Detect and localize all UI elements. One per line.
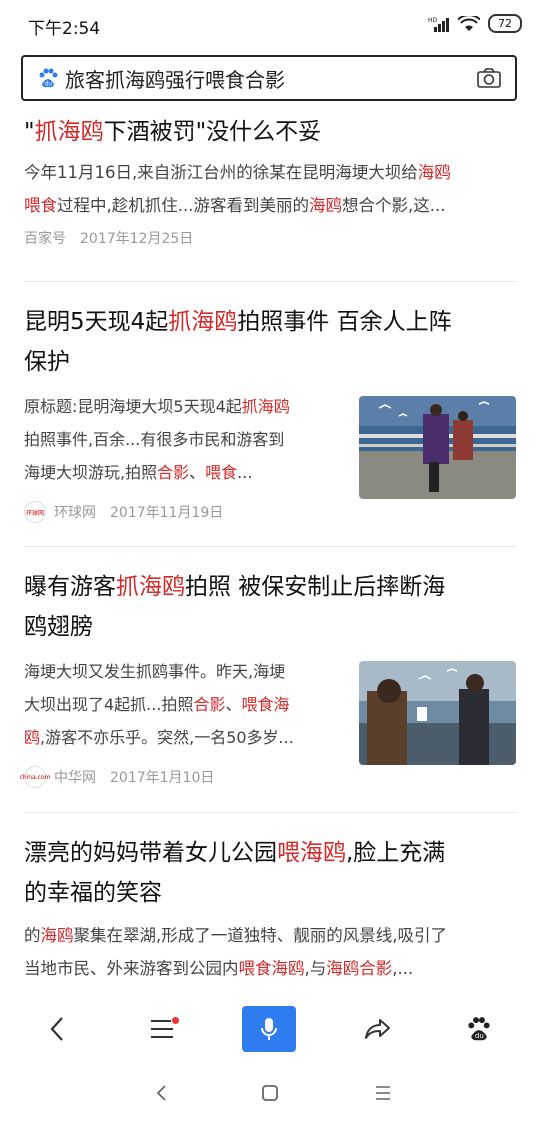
notification-dot [172, 1017, 179, 1024]
nav-home-button[interactable] [255, 1080, 285, 1106]
result-source: 环球网 [54, 505, 96, 521]
result-snippet: 原标题:昆明海埂大坝5天现4起抓海鸥 拍照事件,百余...有很多市民和游客到 海… [24, 397, 290, 482]
svg-text:du: du [45, 81, 53, 88]
result-date: 2017年1月10日 [110, 770, 215, 786]
result-source: 中华网 [54, 770, 96, 786]
svg-text:du: du [475, 1031, 484, 1040]
photo-feeding-gulls [359, 661, 516, 765]
result-card[interactable]: 漂亮的妈妈带着女儿公园喂海鸥,脸上充满 的幸福的笑容 的海鸥聚集在翠湖,形成了一… [24, 833, 516, 985]
battery-icon: 72 [488, 14, 522, 33]
nav-home-icon [262, 1085, 278, 1101]
mic-icon [261, 1018, 277, 1040]
svg-text:HD: HD [428, 17, 438, 24]
back-icon [50, 1017, 63, 1041]
nav-back-button[interactable] [146, 1080, 176, 1106]
share-icon [365, 1019, 390, 1039]
result-title[interactable]: 昆明5天现4起抓海鸥拍照事件 百余人上阵 保护 [24, 302, 516, 382]
status-bar: 下午2:54 HD 72 [0, 0, 540, 50]
system-nav-bar [0, 1062, 540, 1124]
result-meta: china.com 中华网 2017年1月10日 [20, 766, 516, 788]
signal-icon: HD [428, 17, 449, 32]
result-date: 2017年12月25日 [80, 231, 194, 247]
menu-button[interactable] [135, 1006, 189, 1052]
result-snippet: 的海鸥聚集在翠湖,形成了一道独特、靓丽的风景线,吸引了 当地市民、外来游客到公园… [24, 926, 447, 978]
nav-back-icon [156, 1085, 166, 1101]
result-snippet: 海埂大坝又发生抓鸥事件。昨天,海埂 大坝出现了4起抓...拍照合影、喂食海 鸥,… [24, 662, 294, 747]
voice-search-button[interactable] [242, 1006, 296, 1052]
share-button[interactable] [351, 1006, 405, 1052]
search-bar[interactable]: du 旅客抓海鸥强行喂食合影 [21, 55, 517, 101]
wifi-icon [458, 15, 480, 31]
result-source: 百家号 [24, 231, 66, 247]
baidu-home-button[interactable]: du [452, 1006, 506, 1052]
bottom-toolbar: du [0, 998, 540, 1060]
result-thumbnail[interactable] [359, 396, 516, 499]
result-snippet: 今年11月16日,来自浙江台州的徐某在昆明海埂大坝给海鸥 喂食过程中,趁机抓住.… [24, 163, 451, 215]
status-time: 下午2:54 [28, 19, 101, 39]
search-input[interactable]: 旅客抓海鸥强行喂食合影 [65, 64, 285, 93]
baidu-paw-icon: du [39, 68, 58, 88]
source-logo: 环球网 [24, 501, 46, 523]
result-card[interactable]: "抓海鸥下酒被罚"没什么不妥 今年11月16日,来自浙江台州的徐某在昆明海埂大坝… [24, 112, 516, 248]
result-title[interactable]: 曝有游客抓海鸥拍照 被保安制止后摔断海 鸥翅膀 [24, 567, 516, 647]
result-title[interactable]: "抓海鸥下酒被罚"没什么不妥 [24, 112, 516, 152]
divider [24, 812, 516, 813]
camera-icon[interactable] [477, 68, 501, 88]
nav-recents-icon [376, 1086, 390, 1100]
result-title[interactable]: 漂亮的妈妈带着女儿公园喂海鸥,脸上充满 的幸福的笑容 [24, 833, 516, 913]
back-button[interactable] [30, 1006, 84, 1052]
photo-seagulls-lake [359, 396, 516, 499]
nav-recents-button[interactable] [368, 1080, 398, 1106]
divider [24, 281, 516, 282]
result-meta: 环球网 环球网 2017年11月19日 [24, 501, 516, 523]
source-logo: china.com [20, 766, 51, 788]
divider [24, 546, 516, 547]
status-icons: HD 72 [428, 14, 522, 33]
result-date: 2017年11月19日 [110, 505, 224, 521]
result-thumbnail[interactable] [359, 661, 516, 765]
result-meta: 百家号 2017年12月25日 [24, 228, 516, 248]
paw-icon: du [468, 1017, 490, 1041]
